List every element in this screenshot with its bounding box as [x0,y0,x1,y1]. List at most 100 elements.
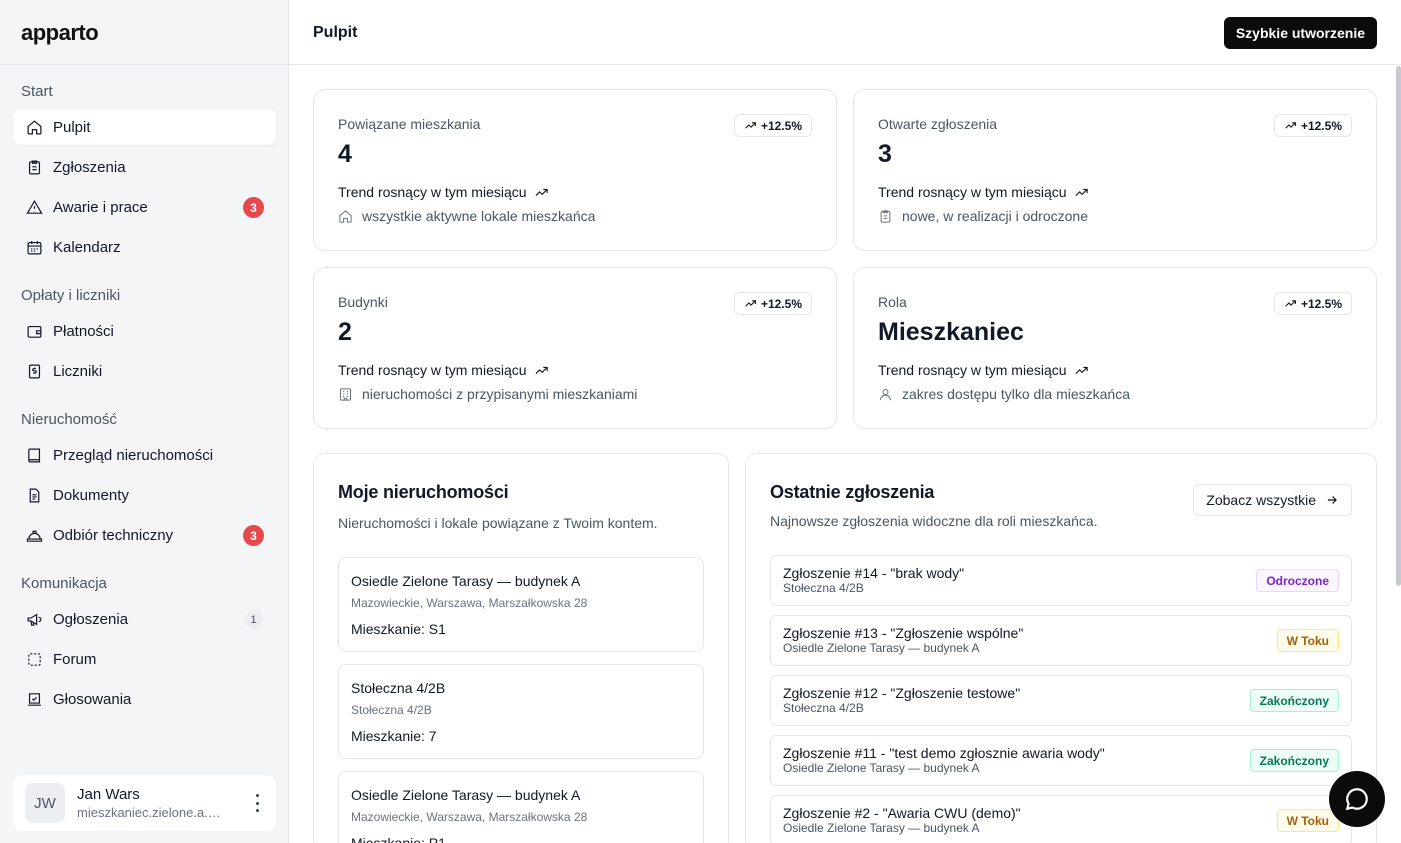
calendar-icon [25,238,43,256]
sidebar-group-start: Start [21,83,53,100]
panel-title: Moje nieruchomości [338,482,509,502]
ticket-title: Zgłoszenie #13 - "Zgłoszenie wspólne" [783,625,1024,641]
ticket-row[interactable]: Zgłoszenie #14 - "brak wody" Stołeczna 4… [770,555,1352,606]
panel-subtitle: Nieruchomości i lokale powiązane z Twoim… [338,515,658,531]
stat-card-buildings: Budynki 2 +12.5% Trend rosnący w tym mie… [313,267,837,429]
ticket-location: Stołeczna 4/2B [783,581,864,595]
sidebar-item-label: Dokumenty [53,486,129,504]
home-icon [25,118,43,136]
sidebar-item-property-overview[interactable]: Przegląd nieruchomości [13,437,276,473]
building-icon [340,387,351,401]
chat-bubble-icon [1345,788,1368,811]
stat-change-badge: +12.5% [733,114,812,137]
stat-card-open-tickets: Otwarte zgłoszenia 3 +12.5% Trend rosnąc… [853,89,1377,251]
sidebar-group-fees: Opłaty i liczniki [21,287,121,304]
apparto-logo[interactable]: apparto [21,20,99,46]
ticket-title: Zgłoszenie #14 - "brak wody" [783,565,965,581]
ticket-location: Osiedle Zielone Tarasy — budynek A [783,641,980,655]
main-scrollbar[interactable] [1396,66,1401,586]
stat-value: 2 [338,318,352,346]
stat-trend: Trend rosnący w tym miesiącu [878,362,1089,378]
page-title: Pulpit [313,24,358,41]
property-card[interactable]: Osiedle Zielone Tarasy — budynek A Mazow… [338,771,704,843]
stat-change-badge: +12.5% [1273,292,1352,315]
sidebar-item-handover[interactable]: Odbiór techniczny 3 [13,517,276,553]
user-name: Jan Wars [77,786,140,803]
stat-description: nowe, w realizacji i odroczone [878,208,1088,224]
handover-count-badge: 3 [243,525,264,546]
ticket-row[interactable]: Zgłoszenie #13 - "Zgłoszenie wspólne" Os… [770,615,1352,666]
sidebar-item-dashboard[interactable]: Pulpit [13,109,276,145]
panel-subtitle: Najnowsze zgłoszenia widoczne dla roli m… [770,513,1098,529]
sidebar-item-label: Ogłoszenia [53,610,129,628]
ticket-location: Stołeczna 4/2B [783,701,864,715]
sidebar-item-forum[interactable]: Forum [13,641,276,677]
status-badge: Zakończony [1249,689,1339,712]
sidebar: apparto Start Pulpit Zgłoszenia Awarie i… [0,0,289,843]
sidebar-item-votes[interactable]: Głosowania [13,681,276,717]
stat-label: Powiązane mieszkania [338,116,481,132]
ticket-title: Zgłoszenie #2 - "Awaria CWU (demo)" [783,805,1021,821]
trending-up-icon [535,366,548,374]
ticket-row[interactable]: Zgłoszenie #2 - "Awaria CWU (demo)" Osie… [770,795,1352,843]
status-badge: W Toku [1276,629,1339,652]
ballot-box-icon [25,690,43,708]
user-info: Jan Wars mieszkaniec.zielone.a.u1@appart… [77,786,237,820]
sidebar-item-label: Odbiór techniczny [53,526,174,544]
sidebar-item-tickets[interactable]: Zgłoszenia [13,149,276,185]
sidebar-item-failures[interactable]: Awarie i prace 3 [13,189,276,225]
quick-create-button[interactable]: Szybkie utworzenie [1223,17,1377,49]
property-name: Stołeczna 4/2B [351,680,446,696]
sidebar-item-label: Przegląd nieruchomości [53,446,214,464]
warning-icon [25,198,43,216]
clipboard-icon [25,158,43,176]
sidebar-item-label: Pulpit [53,118,91,136]
stat-label: Rola [878,294,907,310]
stat-value: 4 [338,140,352,168]
more-options-icon[interactable] [252,794,262,812]
stat-description: zakres dostępu tylko dla mieszkańca [878,386,1130,402]
stat-label: Otwarte zgłoszenia [878,116,998,132]
property-address: Mazowieckie, Warszawa, Marszałkowska 28 [351,810,588,824]
sidebar-divider [0,64,289,65]
sidebar-item-announcements[interactable]: Ogłoszenia 1 [13,601,276,637]
panel-title: Ostatnie zgłoszenia [770,482,935,502]
ticket-location: Osiedle Zielone Tarasy — budynek A [783,761,980,775]
document-icon [25,486,43,504]
failures-count-badge: 3 [243,197,264,218]
ticket-title: Zgłoszenie #11 - "test demo zgłosznie aw… [783,745,1105,761]
ticket-row[interactable]: Zgłoszenie #12 - "Zgłoszenie testowe" St… [770,675,1352,726]
property-card[interactable]: Stołeczna 4/2B Stołeczna 4/2B Mieszkanie… [338,664,704,759]
trending-up-icon [1075,366,1088,374]
user-profile-card[interactable]: JW Jan Wars mieszkaniec.zielone.a.u1@app… [13,775,276,831]
stat-trend: Trend rosnący w tym miesiącu [878,184,1089,200]
recent-tickets-panel: Ostatnie zgłoszenia Najnowsze zgłoszenia… [745,453,1377,843]
trending-up-icon [745,300,756,307]
sidebar-item-documents[interactable]: Dokumenty [13,477,276,513]
property-address: Mazowieckie, Warszawa, Marszałkowska 28 [351,596,588,610]
trending-up-icon [1285,300,1296,307]
property-card[interactable]: Osiedle Zielone Tarasy — budynek A Mazow… [338,557,704,652]
hard-hat-icon [25,526,43,544]
forum-dashed-square-icon [25,650,43,668]
status-badge: Zakończony [1249,749,1339,772]
chat-button[interactable] [1329,771,1385,827]
topbar: Pulpit Szybkie utworzenie [289,0,1401,65]
status-badge: Odroczone [1256,569,1339,592]
sidebar-item-label: Awarie i prace [53,198,148,216]
stat-change-badge: +12.5% [1273,114,1352,137]
sidebar-item-calendar[interactable]: Kalendarz [13,229,276,265]
stat-description: nieruchomości z przypisanymi mieszkaniam… [338,386,637,402]
ticket-row[interactable]: Zgłoszenie #11 - "test demo zgłosznie aw… [770,735,1352,786]
trending-up-icon [535,188,548,196]
my-properties-panel: Moje nieruchomości Nieruchomości i lokal… [313,453,729,843]
see-all-button[interactable]: Zobacz wszystkie [1193,484,1352,516]
sidebar-item-payments[interactable]: Płatności [13,313,276,349]
status-badge: W Toku [1276,809,1339,832]
sidebar-item-label: Zgłoszenia [53,158,126,176]
sidebar-item-label: Głosowania [53,690,132,708]
stat-value: Mieszkaniec [878,318,1024,346]
home-icon [339,209,352,223]
sidebar-item-meters[interactable]: Liczniki [13,353,276,389]
stat-change-badge: +12.5% [733,292,812,315]
